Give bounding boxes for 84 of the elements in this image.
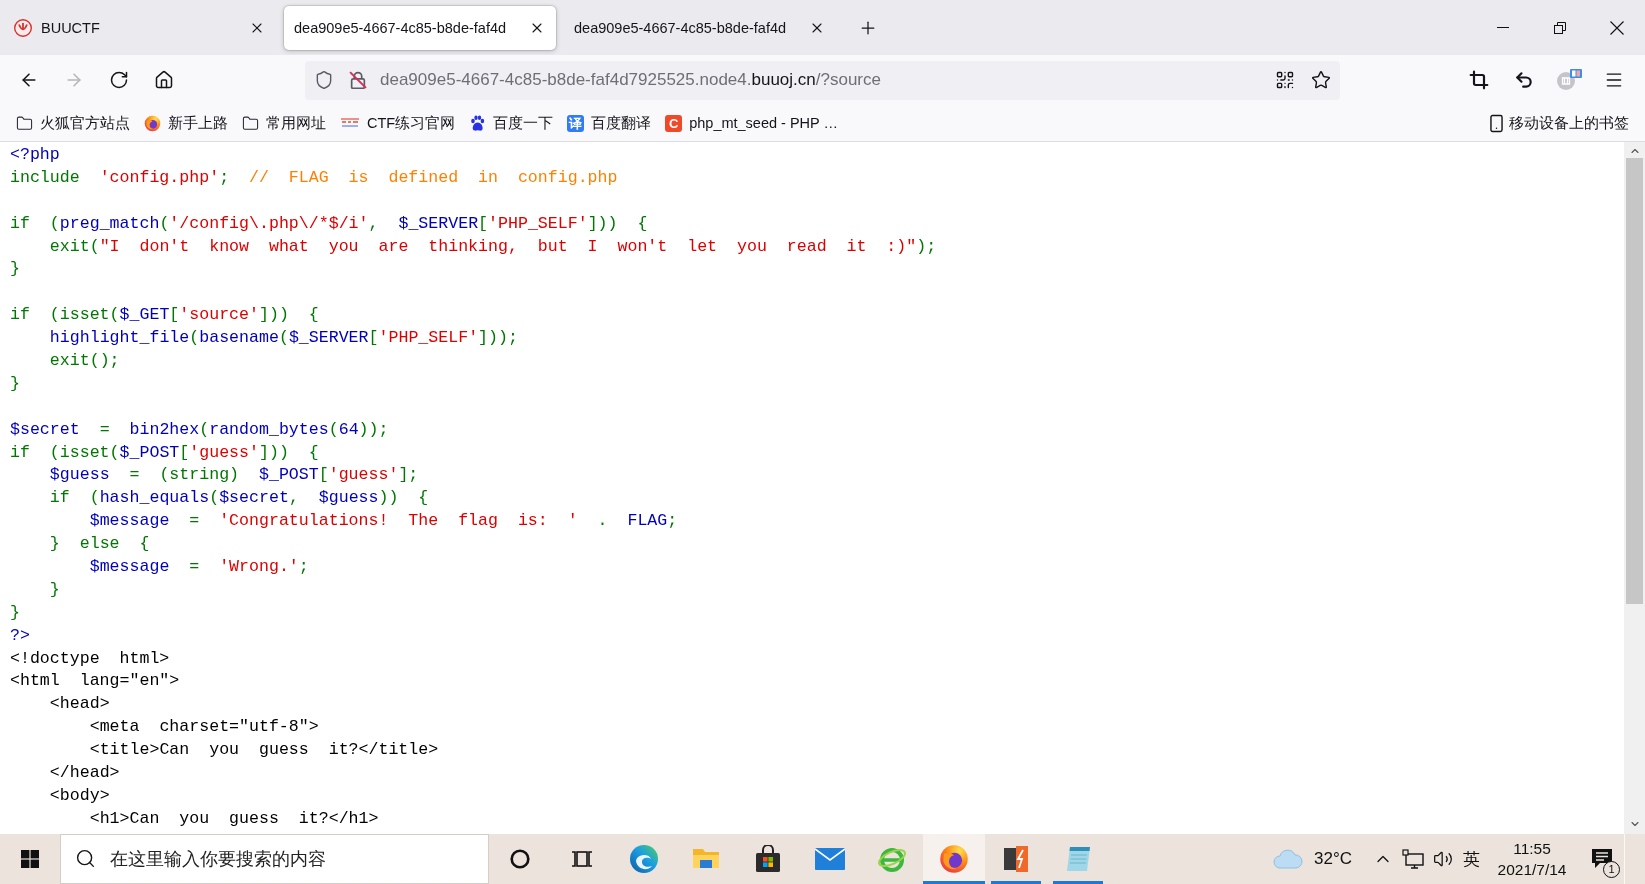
code-line: } xyxy=(10,372,20,395)
envelope-icon xyxy=(815,848,845,870)
code-line: if (isset($_POST['guess'])) { xyxy=(10,441,319,464)
fox-logo-icon xyxy=(144,114,161,132)
code-line: <head> xyxy=(49,693,110,716)
code-line: $message = 'Congratulations! The flag is: ' . FLAG; xyxy=(89,510,678,533)
mobile-bookmarks-button[interactable]: 移动设备上的书签 xyxy=(1482,109,1629,137)
bookmark-item[interactable]: 常用网址 xyxy=(237,109,331,137)
code-line: highlight_file(basename($_SERVER['PHP_SELF'])); xyxy=(49,327,518,350)
address-text: dea909e5-4667-4c85-b8de-faf4d7925525.node4.buuoj.cn/?source xyxy=(380,70,881,90)
cloud-icon xyxy=(1273,849,1303,869)
speaker-icon xyxy=(1433,849,1453,869)
bookmark-item[interactable]: C php_mt_seed - PHP … xyxy=(660,109,844,137)
time-text: 11:55 xyxy=(1513,839,1551,858)
code-line: ?> xyxy=(10,624,30,647)
code-line: <body> xyxy=(49,784,110,807)
folder-icon xyxy=(16,114,33,132)
code-line: <h1>Can you guess it?</h1> xyxy=(89,807,379,830)
temperature-text: 32°C xyxy=(1314,849,1352,869)
code-line: <html lang="en"> xyxy=(10,670,180,693)
code-line: } xyxy=(49,578,60,601)
folder-icon xyxy=(242,114,259,132)
lock-slash-icon xyxy=(349,71,367,89)
notification-button[interactable]: 1 xyxy=(1580,834,1624,884)
code-line: <title>Can you guess it?</title> xyxy=(89,739,439,762)
bookmark-item[interactable]: 新手上路 xyxy=(139,109,233,137)
code-line: } else { xyxy=(49,533,150,556)
bookmark-item[interactable]: 百度一下 xyxy=(464,109,559,137)
home-icon xyxy=(154,70,174,90)
bookmark-item[interactable]: 译 百度翻译 xyxy=(562,109,657,137)
address-bar[interactable]: dea909e5-4667-4c85-b8de-faf4d7925525.node4.buuoj.cn/?source xyxy=(305,60,1340,100)
phone-icon xyxy=(1487,113,1506,133)
minimize-icon xyxy=(1496,27,1509,28)
code-line: include 'config.php'; // FLAG is defined in config.php xyxy=(10,166,618,189)
code-line: exit(); xyxy=(49,350,120,372)
code-line: $secret = bin2hex(random_bytes(64)); xyxy=(10,418,389,441)
network-icon xyxy=(1402,849,1424,869)
code-line: } xyxy=(10,258,20,281)
windows-logo-icon xyxy=(21,850,39,868)
swirl-logo-icon xyxy=(629,844,659,874)
search-icon xyxy=(75,848,96,869)
bookmark-item[interactable]: 火狐官方站点 xyxy=(11,109,135,137)
input-method-button[interactable]: 英 xyxy=(1458,834,1484,884)
code-line: </head> xyxy=(49,762,120,785)
notification-count: 1 xyxy=(1603,861,1620,878)
search-field[interactable]: 在这里输入你要搜索的内容 xyxy=(60,834,489,884)
bookmark-item[interactable]: CTF练习官网 xyxy=(335,109,461,137)
shield-icon xyxy=(314,70,334,90)
browser-tab[interactable]: BUUCTF xyxy=(4,5,276,50)
notepad-icon xyxy=(1066,847,1090,871)
folder-icon xyxy=(692,849,720,869)
logo-icon xyxy=(340,118,360,128)
code-line: } xyxy=(10,601,20,624)
code-line: <!doctype html> xyxy=(10,647,170,670)
undo-arrow-icon xyxy=(1514,70,1534,90)
code-line: if (hash_equals($secret, $guess)) { xyxy=(49,487,429,510)
letter-tile-icon: 译 xyxy=(567,114,585,132)
crop-icon xyxy=(1469,70,1489,90)
scrollbar-thumb[interactable] xyxy=(1626,158,1643,604)
reload-icon xyxy=(109,70,129,90)
ringed-globe-icon xyxy=(877,845,907,873)
code-line: $guess = (string) $_POST['guess']; xyxy=(49,464,419,487)
code-line: $message = 'Wrong.'; xyxy=(89,556,309,579)
browser-tab[interactable]: dea909e5-4667-4c85-b8de-faf4d xyxy=(284,5,556,50)
letter-tile-icon: C xyxy=(665,114,683,132)
code-line: if (isset($_GET['source'])) { xyxy=(10,304,319,327)
restore-icon xyxy=(1553,21,1566,34)
date-text: 2021/7/14 xyxy=(1497,860,1567,879)
shopping-bag-icon xyxy=(755,845,781,873)
close-icon xyxy=(1609,20,1624,35)
paw-icon xyxy=(469,114,487,132)
code-line: <meta charset="utf-8"> xyxy=(89,716,319,739)
ring-icon xyxy=(510,849,530,869)
code-line: if (preg_match('/config\.php\/*$/i', $_SERVER['PHP_SELF'])) { xyxy=(10,212,648,235)
taskbar-button[interactable] xyxy=(923,834,985,884)
star-icon xyxy=(1311,70,1331,90)
browser-tab[interactable]: dea909e5-4667-4c85-b8de-faf4d xyxy=(564,5,836,50)
circle-flag-icon xyxy=(1556,69,1582,91)
qr-code-icon xyxy=(1275,70,1295,90)
code-line: <?php xyxy=(10,144,60,166)
lightning-box-icon xyxy=(1004,846,1028,872)
fox-logo-icon xyxy=(939,844,969,874)
code-line: exit("I don't know what you are thinking, but I won't let you read it :)"); xyxy=(49,235,937,258)
task-view-icon xyxy=(571,851,593,867)
